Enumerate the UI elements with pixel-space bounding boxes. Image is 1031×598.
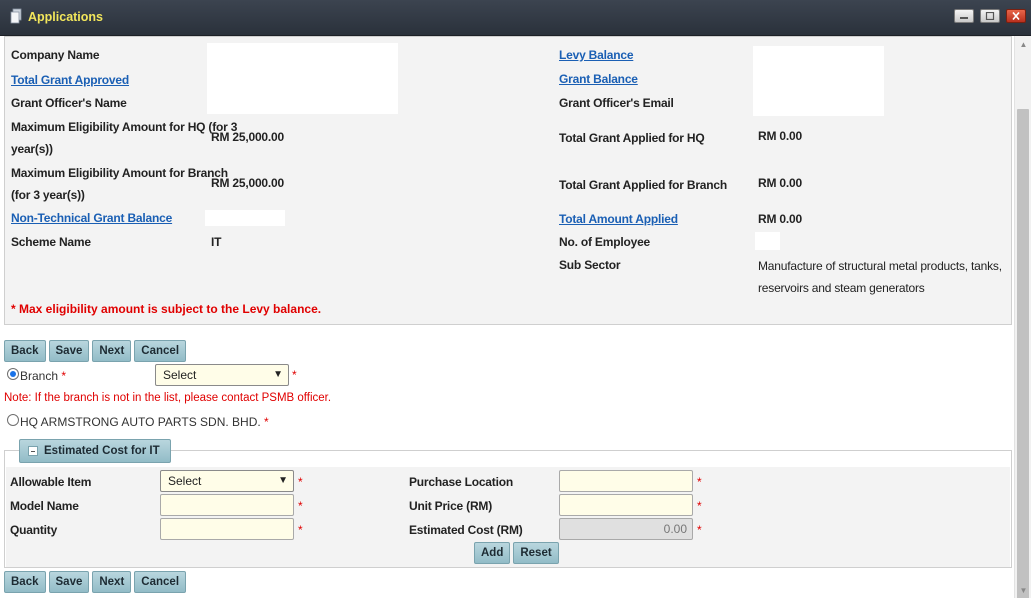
company-name-label: Company Name (11, 48, 100, 62)
branch-select[interactable]: Select ▼ (155, 364, 289, 386)
save-button[interactable]: Save (48, 340, 90, 362)
chevron-down-icon: ▼ (273, 369, 283, 380)
estimated-cost-required-mark: * (697, 523, 702, 537)
max-eligibility-branch-label-line2: (for 3 year(s)) (11, 188, 85, 202)
total-grant-applied-branch-label: Total Grant Applied for Branch (559, 178, 728, 192)
sub-sector-value-line1: Manufacture of structural metal products… (758, 259, 1002, 273)
levy-details-value-box (753, 46, 884, 116)
maximize-button[interactable] (980, 9, 1000, 23)
quantity-input[interactable] (160, 518, 294, 540)
top-action-bar: Back Save Next Cancel (4, 340, 187, 362)
purchase-location-label: Purchase Location (409, 475, 513, 489)
grant-balance-link[interactable]: Grant Balance (559, 72, 638, 86)
document-icon (10, 8, 22, 24)
levy-note: * Max eligibility amount is subject to t… (11, 302, 322, 316)
model-name-input[interactable] (160, 494, 294, 516)
cancel-button[interactable]: Cancel (134, 340, 187, 362)
cost-action-bar: Add Reset (474, 542, 559, 564)
allowable-item-select-value: Select (168, 474, 202, 488)
close-button[interactable] (1006, 9, 1026, 23)
total-amount-applied-value: RM 0.00 (758, 212, 802, 226)
add-button[interactable]: Add (474, 542, 511, 564)
hq-radio-label: HQ ARMSTRONG AUTO PARTS SDN. BHD. * (20, 415, 269, 429)
unit-price-input[interactable] (559, 494, 693, 516)
cancel-button[interactable]: Cancel (134, 571, 187, 593)
sub-sector-label: Sub Sector (559, 258, 621, 272)
max-eligibility-branch-value: RM 25,000.00 (211, 176, 284, 190)
levy-balance-link[interactable]: Levy Balance (559, 48, 634, 62)
scheme-name-label: Scheme Name (11, 235, 91, 249)
max-eligibility-branch-label: Maximum Eligibility Amount for Branch (f… (11, 162, 228, 206)
branch-radio[interactable] (7, 368, 19, 380)
bottom-action-bar: Back Save Next Cancel (4, 571, 187, 593)
branch-select-value: Select (163, 368, 197, 382)
non-technical-grant-balance-value-box (205, 210, 285, 226)
allowable-item-required-mark: * (298, 475, 303, 489)
branch-radio-label: Branch * (20, 369, 66, 383)
grant-officer-email-label: Grant Officer's Email (559, 96, 674, 110)
branch-note: Note: If the branch is not in the list, … (4, 392, 332, 404)
hq-radio[interactable] (7, 414, 19, 426)
company-details-value-box (207, 43, 398, 114)
non-technical-grant-balance-link[interactable]: Non-Technical Grant Balance (11, 211, 172, 225)
branch-required-mark: * (61, 369, 67, 383)
save-button[interactable]: Save (48, 571, 90, 593)
estimated-cost-title: Estimated Cost for IT (44, 445, 160, 457)
max-eligibility-hq-label: Maximum Eligibility Amount for HQ (for 3… (11, 116, 237, 160)
sub-sector-value: Manufacture of structural metal products… (758, 255, 1002, 299)
chevron-down-icon: ▼ (278, 475, 288, 486)
scheme-name-value: IT (211, 235, 222, 249)
next-button[interactable]: Next (92, 340, 132, 362)
unit-price-required-mark: * (697, 499, 702, 513)
estimated-cost-input: 0.00 (559, 518, 693, 540)
next-button[interactable]: Next (92, 571, 132, 593)
estimated-cost-toggle[interactable]: Estimated Cost for IT (19, 439, 171, 463)
scroll-down-arrow-icon[interactable]: ▼ (1015, 582, 1031, 598)
purchase-location-required-mark: * (697, 475, 702, 489)
no-of-employee-label: No. of Employee (559, 235, 651, 249)
allowable-item-label: Allowable Item (10, 475, 92, 489)
vertical-scrollbar[interactable]: ▲ ▼ (1014, 36, 1031, 598)
model-name-required-mark: * (298, 499, 303, 513)
total-grant-applied-hq-label: Total Grant Applied for HQ (559, 131, 705, 145)
window-title: Applications (28, 10, 104, 24)
no-of-employee-value-box (755, 232, 780, 250)
total-grant-approved-link[interactable]: Total Grant Approved (11, 73, 129, 87)
estimated-cost-label: Estimated Cost (RM) (409, 523, 523, 537)
maximize-icon (981, 10, 999, 22)
quantity-label: Quantity (10, 523, 58, 537)
max-eligibility-hq-label-line1: Maximum Eligibility Amount for HQ (for 3 (11, 120, 238, 134)
scrollbar-thumb[interactable] (1017, 109, 1029, 598)
branch-label-text: Branch (20, 369, 59, 383)
back-button[interactable]: Back (4, 340, 46, 362)
allowable-item-select[interactable]: Select ▼ (160, 470, 294, 492)
unit-price-label: Unit Price (RM) (409, 499, 493, 513)
max-eligibility-branch-label-line1: Maximum Eligibility Amount for Branch (11, 166, 228, 180)
purchase-location-input[interactable] (559, 470, 693, 492)
close-icon (1007, 10, 1025, 22)
scroll-up-arrow-icon[interactable]: ▲ (1015, 36, 1031, 52)
minimize-button[interactable] (954, 9, 974, 23)
total-grant-applied-branch-value: RM 0.00 (758, 176, 802, 190)
sub-sector-value-line2: reservoirs and steam generators (758, 281, 925, 295)
collapse-icon (28, 446, 38, 456)
minimize-icon (955, 10, 973, 22)
total-grant-applied-hq-value: RM 0.00 (758, 129, 802, 143)
branch-select-required-mark: * (292, 368, 297, 382)
reset-button[interactable]: Reset (513, 542, 559, 564)
total-amount-applied-link[interactable]: Total Amount Applied (559, 212, 678, 226)
quantity-required-mark: * (298, 523, 303, 537)
company-info-panel: Company Name Total Grant Approved Grant … (4, 36, 1012, 325)
hq-required-mark: * (264, 415, 269, 429)
window-title-bar: Applications (0, 0, 1031, 36)
max-eligibility-hq-label-line2: year(s)) (11, 142, 53, 156)
max-eligibility-hq-value: RM 25,000.00 (211, 130, 284, 144)
grant-officer-name-label: Grant Officer's Name (11, 96, 127, 110)
hq-label-text: HQ ARMSTRONG AUTO PARTS SDN. BHD. (20, 415, 261, 429)
model-name-label: Model Name (10, 499, 79, 513)
back-button[interactable]: Back (4, 571, 46, 593)
